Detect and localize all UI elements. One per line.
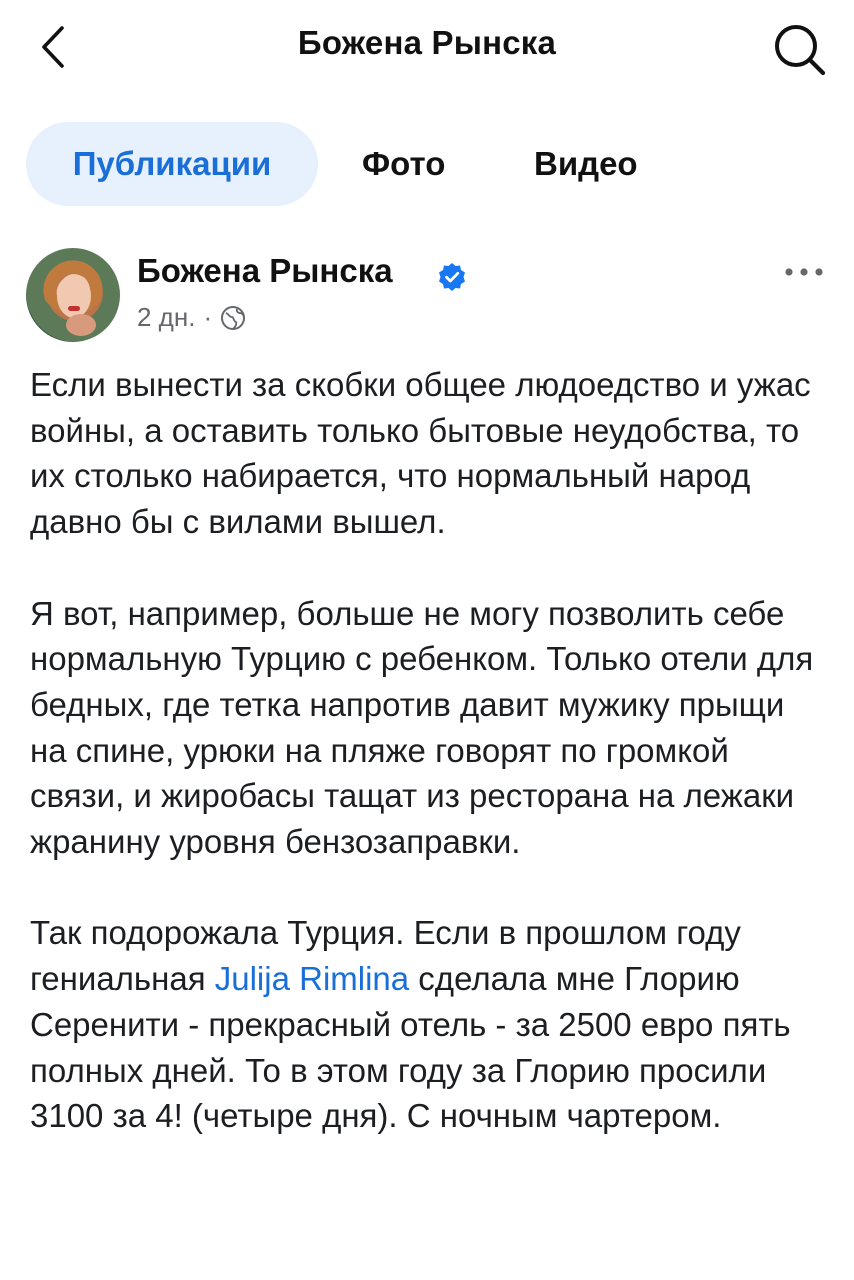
tab-publications[interactable]: Публикации bbox=[26, 122, 318, 206]
post-text: Если вынести за скобки общее людоедство … bbox=[30, 362, 830, 1185]
post-paragraph-3: Так подорожала Турция. Если в прошлом го… bbox=[30, 910, 830, 1139]
post-meta: 2 дн. · bbox=[137, 302, 246, 333]
tab-photos[interactable]: Фото bbox=[362, 122, 445, 206]
post-paragraph-1: Если вынести за скобки общее людоедство … bbox=[30, 366, 811, 541]
post-paragraph-2: Я вот, например, больше не могу позволит… bbox=[30, 594, 814, 861]
post-time[interactable]: 2 дн. bbox=[137, 302, 195, 333]
post-header: Божена Рынска 2 дн. · bbox=[0, 240, 854, 350]
page-title: Божена Рынска bbox=[297, 24, 557, 61]
meta-separator: · bbox=[203, 302, 213, 332]
post-author-name[interactable]: Божена Рынска bbox=[137, 252, 393, 290]
more-horizontal-icon bbox=[785, 268, 823, 276]
avatar[interactable] bbox=[26, 248, 120, 342]
search-button[interactable] bbox=[770, 20, 828, 78]
tab-videos[interactable]: Видео bbox=[534, 122, 638, 206]
top-bar: Божена Рынска bbox=[0, 0, 854, 100]
verified-badge-icon bbox=[439, 263, 465, 291]
mention-link[interactable]: Julija Rimlina bbox=[215, 960, 409, 997]
post-more-button[interactable] bbox=[782, 260, 826, 284]
search-icon bbox=[775, 25, 826, 76]
profile-tabs: Публикации Фото Видео bbox=[0, 122, 854, 208]
globe-icon bbox=[221, 305, 246, 330]
